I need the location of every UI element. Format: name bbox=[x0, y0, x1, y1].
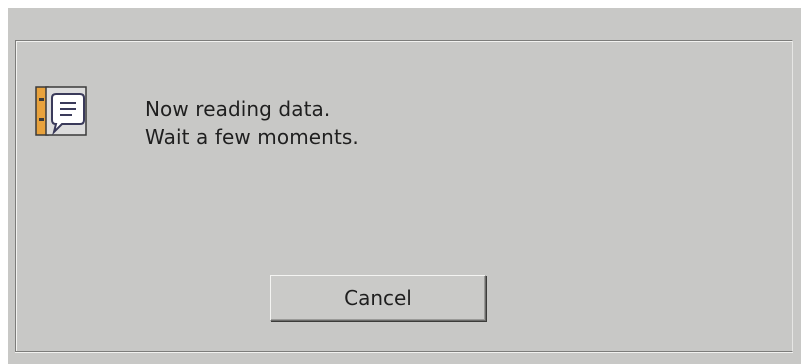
cancel-button[interactable]: Cancel bbox=[270, 275, 486, 321]
reading-data-icon bbox=[35, 86, 87, 136]
dialog-message: Now reading data. Wait a few moments. bbox=[145, 95, 359, 151]
message-line-1: Now reading data. bbox=[145, 97, 331, 121]
message-line-2: Wait a few moments. bbox=[145, 125, 359, 149]
